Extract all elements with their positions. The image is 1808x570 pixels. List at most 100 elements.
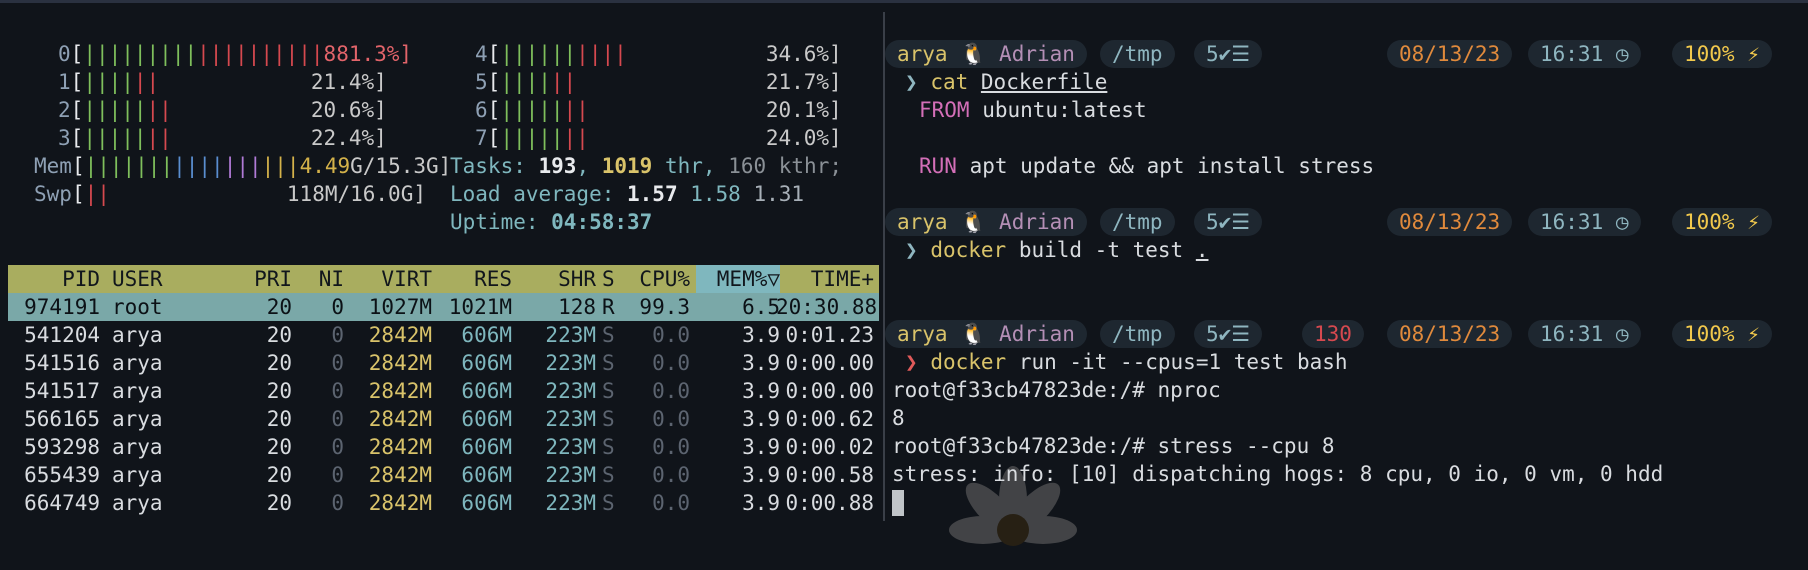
user: arya	[112, 491, 163, 515]
col-pri[interactable]: PRI	[238, 265, 292, 293]
prompt-jobs-segment: 5✔☰	[1194, 208, 1263, 236]
prompt-time-segment: 16:31 ◷	[1528, 208, 1641, 236]
mem: 3.9	[742, 351, 780, 375]
col-res[interactable]: RES	[436, 265, 512, 293]
shr: 223M	[545, 491, 596, 515]
prompt-battery-segment: 100% ⚡	[1672, 208, 1772, 236]
time: 0:01.23	[785, 323, 874, 347]
ni: 0	[331, 379, 344, 403]
user: arya	[112, 379, 163, 403]
pid: 655439	[24, 463, 100, 487]
state: S	[602, 351, 615, 375]
prompt-dir-segment: /tmp	[1100, 320, 1175, 348]
process-row[interactable]: 664749 arya 20 0 2842M 606M 223M S 0.0 3…	[8, 489, 879, 517]
cpu-meter-2: 2[||||||| 20.6%]	[58, 98, 387, 122]
output-run-line: RUN apt update && apt install stress	[919, 154, 1375, 178]
state: S	[602, 407, 615, 431]
process-row[interactable]: 541204 arya 20 0 2842M 606M 223M S 0.0 3…	[8, 321, 879, 349]
res: 606M	[461, 407, 512, 431]
ni: 0	[331, 351, 344, 375]
virt: 2842M	[368, 379, 432, 403]
virt: 2842M	[368, 463, 432, 487]
prompt-jobs-segment: 5✔☰	[1194, 40, 1263, 68]
process-row[interactable]: 566165 arya 20 0 2842M 606M 223M S 0.0 3…	[8, 405, 879, 433]
pid: 974191	[24, 295, 100, 319]
process-row[interactable]: 593298 arya 20 0 2842M 606M 223M S 0.0 3…	[8, 433, 879, 461]
time: 0:00.88	[785, 491, 874, 515]
prompt-jobs-segment: 5✔☰	[1194, 320, 1263, 348]
pid: 541516	[24, 351, 100, 375]
cpu-meter-6: 6[||||||| 20.1%]	[475, 98, 842, 122]
shr: 223M	[545, 351, 596, 375]
prompt-date-segment: 08/13/23	[1387, 320, 1513, 348]
clock-icon: ◷	[1615, 210, 1629, 234]
linux-penguin-icon: 🐧	[960, 42, 987, 66]
col-time[interactable]: TIME+	[776, 265, 874, 293]
process-row[interactable]: 541516 arya 20 0 2842M 606M 223M S 0.0 3…	[8, 349, 879, 377]
checklist-icon: ✔☰	[1218, 42, 1251, 66]
virt: 2842M	[368, 491, 432, 515]
col-pid[interactable]: PID	[8, 265, 100, 293]
container-output-4: stress: info: [10] dispatching hogs: 8 c…	[892, 462, 1664, 486]
container-output-3: root@f33cb47823de:/# stress --cpu 8	[892, 434, 1335, 458]
bolt-icon: ⚡	[1747, 42, 1760, 66]
pri: 20	[266, 379, 292, 403]
process-row-selected[interactable]: 974191 root 20 0 1027M 1021M 128 R 99.3 …	[8, 293, 879, 321]
pri: 20	[266, 295, 292, 319]
mem-meter: Mem[|||||||||||||||||4.49G/15.3G]	[34, 154, 452, 178]
res: 606M	[461, 491, 512, 515]
user: arya	[112, 323, 163, 347]
col-virt[interactable]: VIRT	[348, 265, 432, 293]
virt: 2842M	[368, 323, 432, 347]
time: 20:30.88	[776, 295, 878, 319]
output-from-line: FROM ubuntu:latest	[919, 98, 1147, 122]
shr: 223M	[545, 435, 596, 459]
time: 0:00.00	[785, 351, 874, 375]
col-user[interactable]: USER	[112, 265, 163, 293]
ni: 0	[331, 407, 344, 431]
linux-penguin-icon: 🐧	[960, 322, 987, 346]
pri: 20	[266, 491, 292, 515]
shr: 223M	[545, 407, 596, 431]
mem: 6.5	[742, 295, 780, 319]
process-row[interactable]: 655439 arya 20 0 2842M 606M 223M S 0.0 3…	[8, 461, 879, 489]
state: S	[602, 379, 615, 403]
res: 606M	[461, 435, 512, 459]
shr: 223M	[545, 323, 596, 347]
state: S	[602, 491, 615, 515]
terminal-cursor[interactable]	[892, 488, 904, 516]
clock-icon: ◷	[1615, 322, 1629, 346]
col-ni[interactable]: NI	[300, 265, 344, 293]
bolt-icon: ⚡	[1747, 210, 1760, 234]
cpu: 0.0	[652, 323, 690, 347]
user: root	[112, 295, 163, 319]
res: 606M	[461, 323, 512, 347]
time: 0:00.02	[785, 435, 874, 459]
cpu-meter-4: 4[|||||||||| 34.6%]	[475, 42, 842, 66]
col-mem-sorted[interactable]: MEM%▽	[696, 265, 780, 293]
col-shr[interactable]: SHR	[518, 265, 596, 293]
process-table-header[interactable]: PID USER PRI NI VIRT RES SHR S CPU% MEM%…	[8, 265, 879, 293]
cpu-meter-7: 7[||||||| 24.0%]	[475, 126, 842, 150]
prompt-line-3: arya 🐧 Adrian /tmp 5✔☰ 130 08/13/23 16:3…	[885, 320, 1808, 348]
cpu: 99.3	[639, 295, 690, 319]
col-state[interactable]: S	[602, 265, 618, 293]
prompt-dir-segment: /tmp	[1100, 208, 1175, 236]
col-cpu[interactable]: CPU%	[628, 265, 690, 293]
prompt-battery-segment: 100% ⚡	[1672, 40, 1772, 68]
time: 0:00.62	[785, 407, 874, 431]
cpu: 0.0	[652, 351, 690, 375]
prompt-date-segment: 08/13/23	[1387, 208, 1513, 236]
clock-icon: ◷	[1615, 42, 1629, 66]
pri: 20	[266, 323, 292, 347]
pid: 664749	[24, 491, 100, 515]
time: 0:00.00	[785, 379, 874, 403]
command-line-3: ❯ docker run -it --cpus=1 test bash	[905, 350, 1348, 374]
htop-pane[interactable]: 0[|||||||||||||||||||881.3%] 1[|||||| 21…	[0, 0, 883, 521]
cpu-meter-0: 0[|||||||||||||||||||881.3%]	[58, 42, 413, 66]
shell-pane[interactable]: arya 🐧 Adrian /tmp 5✔☰ 08/13/23 16:31 ◷ …	[885, 0, 1808, 546]
command-line-2: ❯ docker build -t test .	[905, 238, 1209, 262]
ni: 0	[331, 463, 344, 487]
mem: 3.9	[742, 379, 780, 403]
process-row[interactable]: 541517 arya 20 0 2842M 606M 223M S 0.0 3…	[8, 377, 879, 405]
